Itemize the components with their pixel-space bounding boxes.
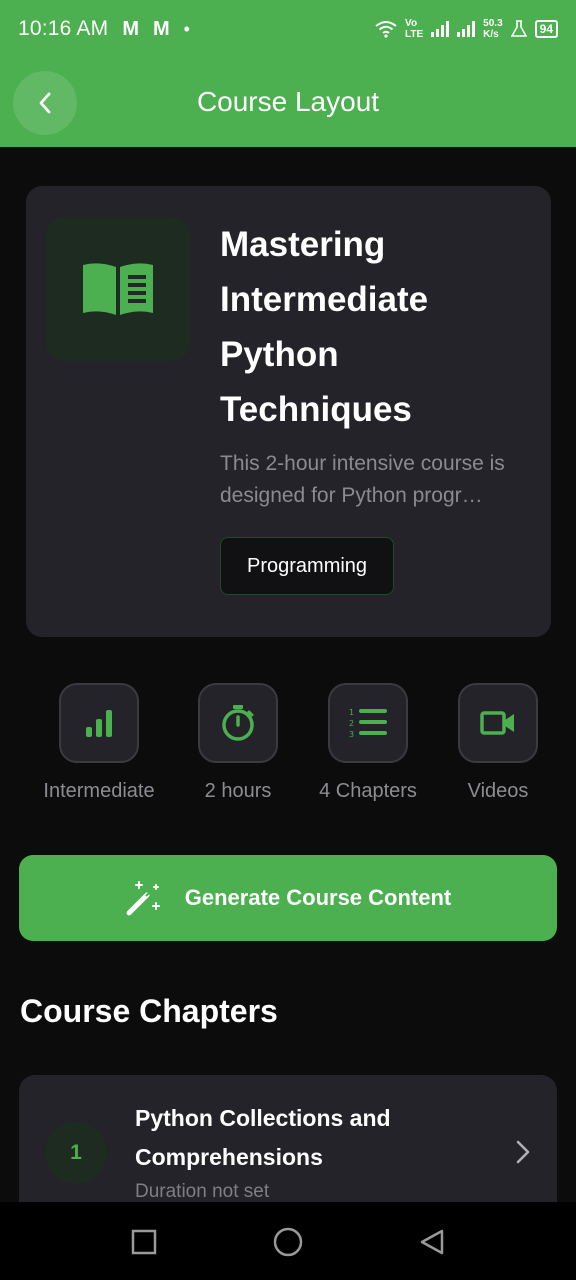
course-layout-screen: 10:16 AM M M • Vo LTE 50.3 K/s 94 Course… [0, 0, 576, 1280]
stat-icon-box [198, 683, 278, 763]
speed-unit: K/s [483, 29, 499, 40]
category-chip: Programming [220, 537, 395, 595]
gmail-icon: M [122, 17, 139, 40]
circle-icon [273, 1227, 303, 1257]
speed-value: 50.3 [483, 18, 503, 29]
stat-label: Videos [467, 780, 529, 802]
section-title: Course Chapters [20, 993, 278, 1029]
stat-icon-box [458, 683, 538, 763]
course-info-card: Mastering Intermediate Python Techniques… [26, 186, 551, 637]
signal-icon [457, 21, 476, 37]
stat-icon-box: 1 2 3 [328, 683, 408, 763]
wifi-icon [375, 21, 397, 38]
generate-button-label: Generate Course Content [184, 885, 452, 910]
book-icon [83, 263, 153, 315]
volte-top: Vo [405, 18, 418, 29]
stat-videos: Videos [428, 683, 568, 803]
status-time: 10:16 AM [18, 17, 109, 40]
generate-course-content-button[interactable]: Generate Course Content [19, 855, 557, 941]
magic-wand-icon [126, 881, 160, 916]
chevron-right-icon [516, 1140, 530, 1164]
status-right-group: Vo LTE 50.3 K/s 94 [375, 18, 558, 40]
video-camera-icon [480, 711, 514, 735]
gmail-icon: M [153, 17, 170, 40]
stat-label: Intermediate [43, 780, 155, 802]
stat-icon-box [59, 683, 139, 763]
volte-indicator: Vo LTE [405, 18, 423, 40]
stat-duration: 2 hours [168, 683, 308, 803]
svg-text:1: 1 [349, 708, 354, 717]
volte-bottom: LTE [405, 29, 424, 40]
stat-label: 4 Chapters [319, 780, 417, 802]
svg-text:3: 3 [349, 730, 354, 739]
page-title: Course Layout [196, 86, 380, 117]
app-bar: Course Layout [0, 58, 576, 147]
chapter-number-badge: 1 [45, 1122, 107, 1184]
chapter-duration: Duration not set [135, 1181, 270, 1202]
numbered-list-icon: 1 2 3 [349, 708, 387, 739]
notification-dot: • [183, 18, 190, 39]
flask-icon [510, 20, 527, 37]
recents-button[interactable] [128, 1226, 160, 1258]
network-speed: 50.3 K/s [483, 18, 502, 40]
chapter-title: Python Collections and Comprehensions [135, 1105, 391, 1170]
signal-icon [431, 21, 450, 37]
battery-icon: 94 [534, 20, 558, 38]
home-button[interactable] [272, 1226, 304, 1258]
stat-level: Intermediate [29, 683, 169, 803]
status-bar: 10:16 AM M M • Vo LTE 50.3 K/s 94 [0, 0, 576, 58]
square-icon [131, 1229, 157, 1255]
course-description: This 2-hour intensive course is designed… [220, 452, 505, 507]
triangle-back-icon [420, 1229, 444, 1255]
system-navigation-bar [0, 1202, 576, 1280]
course-title: Mastering Intermediate Python Techniques [220, 225, 429, 429]
stopwatch-icon [222, 705, 254, 741]
svg-text:2: 2 [349, 719, 354, 728]
bar-chart-icon [86, 710, 112, 737]
system-back-button[interactable] [416, 1226, 448, 1258]
stat-label: 2 hours [204, 780, 272, 802]
course-icon-container [46, 217, 190, 361]
stat-chapters: 1 2 3 4 Chapters [298, 683, 438, 803]
